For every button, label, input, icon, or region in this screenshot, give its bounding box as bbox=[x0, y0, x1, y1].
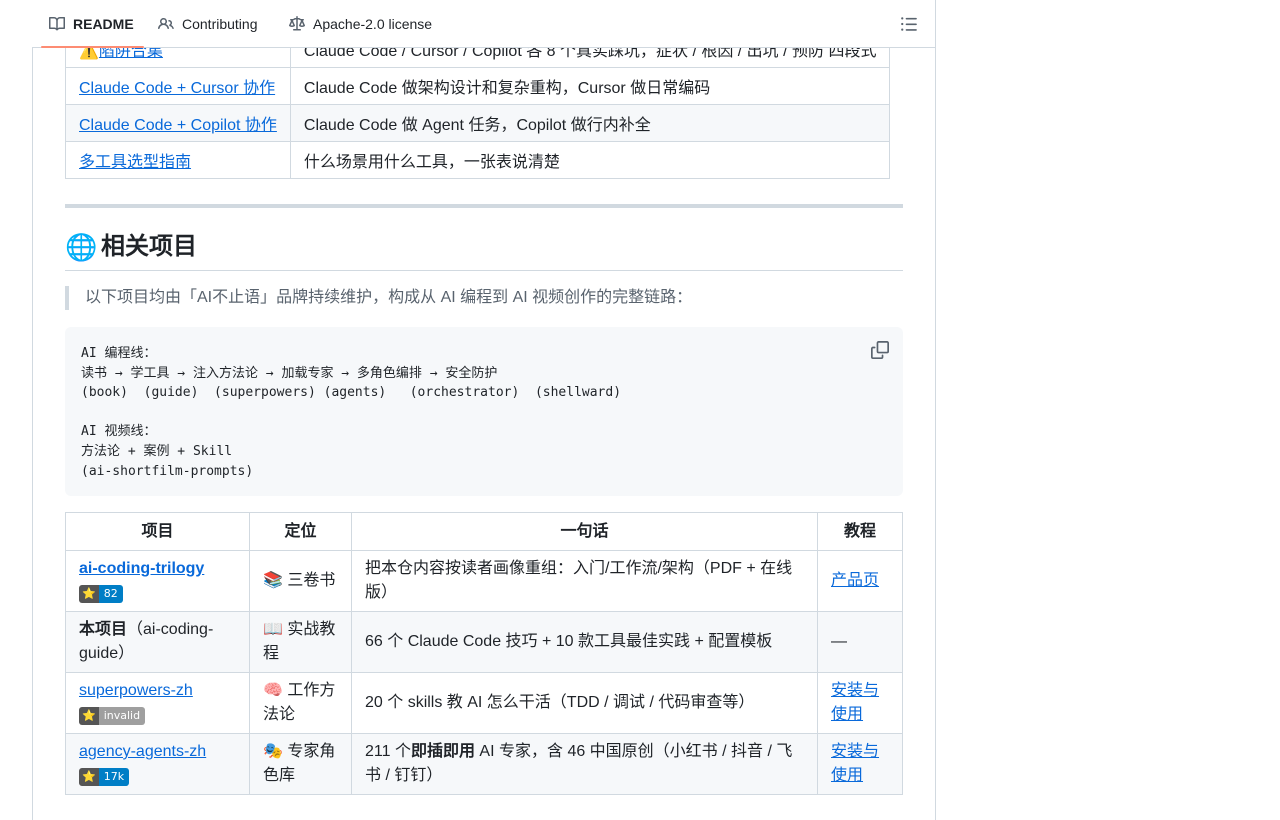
table-row: Claude Code + Copilot 协作 Claude Code 做 A… bbox=[65, 104, 891, 142]
projects-table: 项目 定位 一句话 教程 ai-coding-trilogy ⭐ 82 📚 三卷书… bbox=[65, 512, 903, 795]
tutorial-link[interactable]: 安装与使用 bbox=[831, 743, 879, 784]
project-name: 本项目 bbox=[79, 621, 128, 638]
tools-table: ⚠️陷阱合集 Claude Code / Cursor / Copilot 各 … bbox=[65, 30, 891, 179]
active-tab-indicator bbox=[41, 46, 144, 48]
globe-icon: 🌐 bbox=[65, 232, 98, 262]
tab-license[interactable]: Apache-2.0 license bbox=[289, 0, 432, 47]
copy-icon[interactable] bbox=[871, 341, 889, 359]
stars-badge[interactable]: ⭐ 82 bbox=[79, 585, 123, 603]
table-row: agency-agents-zh ⭐ 17k 🎭 专家角色库 211 个即插即用 … bbox=[65, 733, 903, 795]
table-cell: 66 个 Claude Code 技巧 + 10 款工具最佳实践 + 配置模板 bbox=[351, 611, 818, 673]
table-cell: 📖 实战教程 bbox=[249, 611, 352, 673]
section-heading: 🌐 相关项目 bbox=[65, 230, 903, 271]
link-claude-cursor[interactable]: Claude Code + Cursor 协作 bbox=[79, 80, 275, 97]
link-tool-guide[interactable]: 多工具选型指南 bbox=[79, 154, 191, 171]
section-title: 相关项目 bbox=[101, 233, 197, 260]
table-cell: 📚 三卷书 bbox=[249, 550, 352, 612]
stars-badge[interactable]: ⭐ 17k bbox=[79, 768, 130, 786]
table-cell: 🎭 专家角色库 bbox=[249, 733, 352, 795]
table-row: Claude Code + Cursor 协作 Claude Code 做架构设… bbox=[65, 67, 891, 105]
table-cell: — bbox=[817, 611, 903, 673]
book-icon bbox=[49, 16, 65, 30]
table-row: 多工具选型指南 什么场景用什么工具，一张表说清楚 bbox=[65, 141, 891, 179]
table-header-row: 项目 定位 一句话 教程 bbox=[65, 512, 903, 551]
star-icon: ⭐ bbox=[79, 585, 99, 603]
blockquote: 以下项目均由「AI不止语」品牌持续维护，构成从 AI 编程到 AI 视频创作的完… bbox=[65, 286, 692, 310]
project-link[interactable]: ai-coding-trilogy bbox=[79, 560, 204, 577]
project-link[interactable]: agency-agents-zh bbox=[79, 743, 206, 760]
star-icon: ⭐ bbox=[79, 707, 99, 725]
table-cell: Claude Code 做架构设计和复杂重构，Cursor 做日常编码 bbox=[289, 67, 891, 105]
table-cell: 什么场景用什么工具，一张表说清楚 bbox=[289, 141, 891, 179]
table-row: 本项目（ai-coding-guide） 📖 实战教程 66 个 Claude … bbox=[65, 611, 903, 673]
divider bbox=[65, 204, 903, 208]
tab-label: README bbox=[73, 15, 134, 32]
tab-label: Contributing bbox=[182, 15, 258, 32]
column-header: 一句话 bbox=[351, 512, 818, 551]
law-icon bbox=[289, 15, 305, 30]
tab-readme[interactable]: README bbox=[41, 0, 144, 48]
table-cell: Claude Code 做 Agent 任务，Copilot 做行内补全 bbox=[289, 104, 891, 142]
table-cell: 🧠 工作方法论 bbox=[249, 672, 352, 734]
tab-label: Apache-2.0 license bbox=[313, 15, 433, 32]
link-claude-copilot[interactable]: Claude Code + Copilot 协作 bbox=[79, 117, 277, 134]
table-row: superpowers-zh ⭐ invalid 🧠 工作方法论 20 个 ski… bbox=[65, 672, 903, 734]
code-text: AI 编程线： 读书 → 学工具 → 注入方法论 → 加载专家 → 多角色编排 … bbox=[81, 346, 622, 479]
table-cell: 20 个 skills 教 AI 怎么干活（TDD / 调试 / 代码审查等） bbox=[351, 672, 818, 734]
star-icon: ⭐ bbox=[79, 768, 99, 786]
column-header: 项目 bbox=[65, 512, 250, 551]
column-header: 教程 bbox=[817, 512, 903, 551]
code-block: AI 编程线： 读书 → 学工具 → 注入方法论 → 加载专家 → 多角色编排 … bbox=[65, 327, 903, 496]
project-link[interactable]: superpowers-zh bbox=[79, 682, 193, 699]
outline-icon[interactable] bbox=[900, 15, 918, 33]
tutorial-link[interactable]: 安装与使用 bbox=[831, 682, 879, 723]
readme-panel: ⚠️陷阱合集 Claude Code / Cursor / Copilot 各 … bbox=[32, 0, 936, 820]
stars-badge[interactable]: ⭐ invalid bbox=[79, 707, 146, 725]
table-cell: 把本仓内容按读者画像重组：入门/工作流/架构（PDF + 在线版） bbox=[351, 550, 818, 612]
people-icon bbox=[158, 17, 174, 29]
tutorial-link[interactable]: 产品页 bbox=[831, 572, 879, 589]
table-row: ai-coding-trilogy ⭐ 82 📚 三卷书 把本仓内容按读者画像重组… bbox=[65, 550, 903, 612]
column-header: 定位 bbox=[249, 512, 352, 551]
repo-tab-bar: README Contributing Apache-2.0 license bbox=[32, 0, 935, 48]
tab-contributing[interactable]: Contributing bbox=[158, 0, 258, 47]
